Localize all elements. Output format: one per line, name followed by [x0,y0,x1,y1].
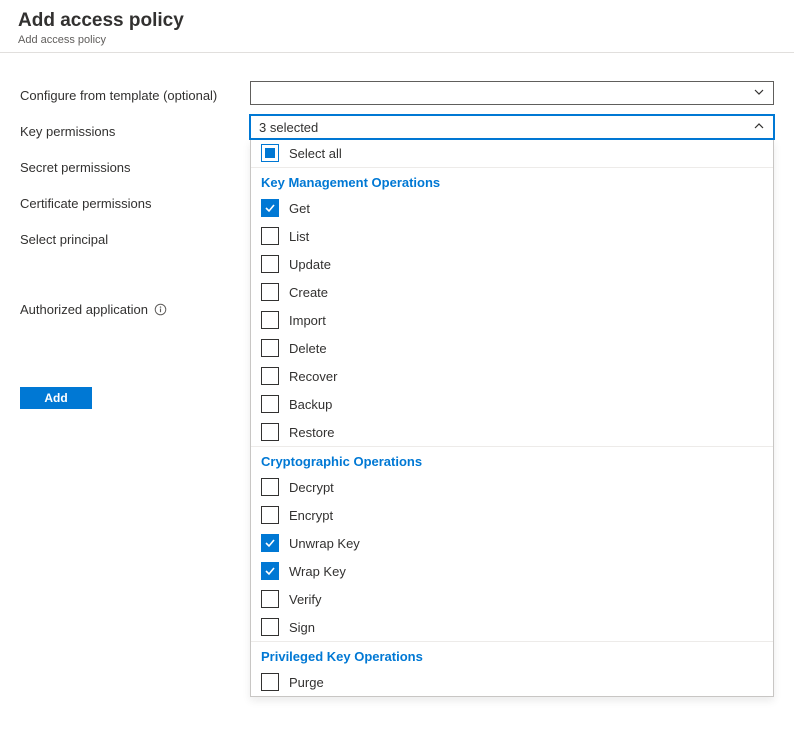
option-update-label: Update [289,257,331,272]
label-authorized-application: Authorized application [20,295,250,323]
option-select-all[interactable]: Select all [251,139,773,168]
option-delete-label: Delete [289,341,327,356]
option-decrypt-label: Decrypt [289,480,334,495]
option-restore[interactable]: Restore [251,418,773,447]
option-import[interactable]: Import [251,306,773,334]
label-key-permissions: Key permissions [20,117,250,145]
label-select-principal: Select principal [20,225,250,253]
option-wrap-key[interactable]: Wrap Key [251,557,773,585]
option-select-all-label: Select all [289,146,342,161]
info-icon[interactable] [154,303,167,316]
label-secret-permissions: Secret permissions [20,153,250,181]
option-import-label: Import [289,313,326,328]
checkbox-icon [261,339,279,357]
checkbox-checked-icon [261,199,279,217]
checkbox-icon [261,395,279,413]
option-recover-label: Recover [289,369,337,384]
checkbox-icon [261,618,279,636]
option-decrypt[interactable]: Decrypt [251,473,773,501]
option-wrap-key-label: Wrap Key [289,564,346,579]
add-button[interactable]: Add [20,387,92,409]
option-unwrap-key-label: Unwrap Key [289,536,360,551]
option-list-label: List [289,229,309,244]
option-get-label: Get [289,201,310,216]
checkbox-icon [261,506,279,524]
checkbox-checked-icon [261,534,279,552]
checkbox-indeterminate-icon [261,144,279,162]
page-header: Add access policy Add access policy [0,0,794,53]
checkbox-icon [261,283,279,301]
option-encrypt[interactable]: Encrypt [251,501,773,529]
checkbox-checked-icon [261,562,279,580]
label-certificate-permissions: Certificate permissions [20,189,250,217]
checkbox-icon [261,367,279,385]
checkbox-icon [261,227,279,245]
checkbox-icon [261,590,279,608]
option-verify[interactable]: Verify [251,585,773,613]
option-delete[interactable]: Delete [251,334,773,362]
option-backup-label: Backup [289,397,332,412]
option-restore-label: Restore [289,425,335,440]
option-sign-label: Sign [289,620,315,635]
label-configure-template: Configure from template (optional) [20,81,250,109]
group-cryptographic: Cryptographic Operations [251,447,773,473]
key-permissions-value: 3 selected [259,120,318,135]
key-permissions-select[interactable]: 3 selected [250,115,774,139]
group-key-management: Key Management Operations [251,168,773,194]
option-purge[interactable]: Purge [251,668,773,696]
option-recover[interactable]: Recover [251,362,773,390]
option-list[interactable]: List [251,222,773,250]
option-unwrap-key[interactable]: Unwrap Key [251,529,773,557]
option-encrypt-label: Encrypt [289,508,333,523]
option-purge-label: Purge [289,675,324,690]
option-create-label: Create [289,285,328,300]
option-verify-label: Verify [289,592,322,607]
breadcrumb: Add access policy [18,34,776,46]
checkbox-icon [261,423,279,441]
option-get[interactable]: Get [251,194,773,222]
option-create[interactable]: Create [251,278,773,306]
option-backup[interactable]: Backup [251,390,773,418]
option-sign[interactable]: Sign [251,613,773,642]
configure-template-select[interactable] [250,81,774,105]
key-permissions-dropdown: Select all Key Management Operations Get… [250,139,774,697]
chevron-down-icon [753,86,765,101]
checkbox-icon [261,478,279,496]
group-privileged: Privileged Key Operations [251,642,773,668]
checkbox-icon [261,673,279,691]
option-update[interactable]: Update [251,250,773,278]
page-title: Add access policy [18,10,776,32]
label-authorized-application-text: Authorized application [20,302,148,317]
checkbox-icon [261,255,279,273]
checkbox-icon [261,311,279,329]
chevron-up-icon [753,120,765,135]
